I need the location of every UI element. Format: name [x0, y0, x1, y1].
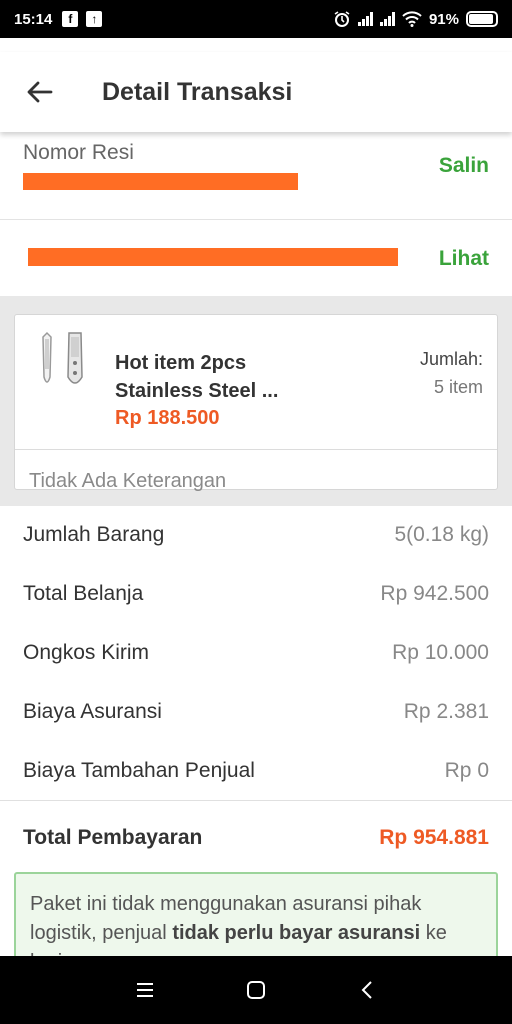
quantity-label: Jumlah: — [419, 349, 483, 369]
summary-value: Rp 10.000 — [392, 641, 489, 664]
back-nav-button[interactable] — [347, 970, 387, 1010]
product-price: Rp 188.500 — [115, 407, 220, 429]
info-text-bold: tidak perlu bayar asuransi — [172, 922, 421, 944]
back-button[interactable] — [0, 52, 80, 132]
home-icon — [246, 981, 265, 999]
facebook-icon: f — [62, 11, 79, 27]
redacted-resi-number — [23, 173, 298, 190]
summary-row: Jumlah Barang 5(0.18 kg) — [0, 506, 512, 565]
product-name-line2: Stainless Steel ... — [115, 380, 279, 402]
summary-value: 5(0.18 kg) — [394, 523, 489, 546]
summary-label: Biaya Asuransi — [23, 700, 162, 723]
total-payment-value: Rp 954.881 — [379, 826, 489, 849]
summary-value: Rp 942.500 — [380, 582, 489, 605]
status-time: 15:14 — [14, 10, 53, 28]
summary-row: Biaya Asuransi Rp 2.381 — [0, 683, 512, 742]
product-card[interactable]: Hot item 2pcs Stainless Steel ... Rp 188… — [14, 314, 498, 492]
summary-value: Rp 2.381 — [403, 700, 489, 723]
total-payment-label: Total Pembayaran — [23, 826, 203, 849]
signal-icon — [379, 12, 395, 26]
wifi-icon — [402, 11, 422, 27]
product-name-line1: Hot item 2pcs — [115, 352, 247, 374]
tracking-row: Lihat — [0, 220, 512, 296]
product-section: Hot item 2pcs Stainless Steel ... Rp 188… — [0, 296, 512, 506]
quantity-value: 5 item — [433, 377, 483, 397]
battery-icon — [466, 11, 498, 27]
summary-label: Total Belanja — [23, 582, 144, 605]
status-indicators: 91% — [333, 10, 498, 28]
menu-button[interactable] — [125, 970, 165, 1010]
signal-icon — [357, 12, 373, 26]
summary-label: Jumlah Barang — [23, 523, 165, 546]
resi-label: Nomor Resi — [23, 141, 134, 164]
card-divider — [15, 449, 497, 450]
back-arrow-icon — [27, 81, 53, 103]
summary-divider — [0, 800, 512, 801]
summary-row: Biaya Tambahan Penjual Rp 0 — [0, 742, 512, 801]
upload-icon: ↑ — [86, 11, 103, 27]
app-header: Detail Transaksi — [0, 52, 512, 132]
system-nav-bar — [0, 956, 512, 1024]
page-title: Detail Transaksi — [102, 77, 293, 106]
battery-percent: 91% — [428, 10, 459, 28]
copy-resi-button[interactable]: Salin — [439, 154, 489, 178]
product-note: Tidak Ada Keterangan — [29, 470, 227, 492]
view-tracking-button[interactable]: Lihat — [439, 247, 489, 271]
summary-value: Rp 0 — [444, 759, 489, 782]
alarm-icon — [334, 11, 350, 27]
product-name: Hot item 2pcs Stainless Steel ... — [115, 349, 305, 405]
resi-row: Nomor Resi Salin — [0, 132, 512, 220]
summary-label: Biaya Tambahan Penjual — [23, 759, 255, 782]
summary-row: Total Belanja Rp 942.500 — [0, 565, 512, 624]
menu-icon — [137, 983, 154, 997]
redacted-tracking-info — [28, 248, 398, 266]
status-bar: 15:14 f ↑ 91% — [0, 0, 512, 38]
summary-row: Ongkos Kirim Rp 10.000 — [0, 624, 512, 683]
home-button[interactable] — [236, 970, 276, 1010]
summary-label: Ongkos Kirim — [23, 641, 150, 664]
product-image — [42, 331, 83, 384]
back-nav-icon — [361, 981, 372, 999]
